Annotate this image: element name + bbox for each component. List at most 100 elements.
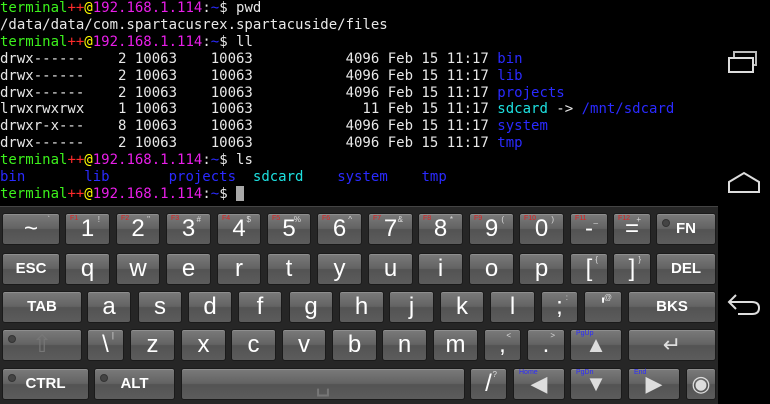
key-sup-label: _: [593, 215, 598, 224]
ls-item: tmp: [421, 169, 447, 186]
home-icon[interactable]: [726, 168, 762, 198]
key-a[interactable]: a: [87, 291, 131, 323]
key-w[interactable]: w: [116, 253, 160, 285]
cursor: [236, 185, 245, 201]
key-h[interactable]: h: [339, 291, 384, 323]
key-fn-label: F2: [121, 215, 130, 222]
key-v[interactable]: v: [282, 329, 326, 361]
key-equals[interactable]: = F12 +: [613, 213, 651, 245]
terminal-output[interactable]: terminal++@192.168.1.114:~$ pwd /data/da…: [0, 0, 718, 206]
key-k[interactable]: k: [440, 291, 484, 323]
prompt-at: @: [84, 185, 93, 202]
key-u[interactable]: u: [368, 253, 413, 285]
key-comma[interactable]: , <: [484, 329, 521, 361]
key-enter[interactable]: ↵: [628, 329, 716, 361]
key-tilde[interactable]: ~ `: [2, 213, 60, 245]
key-o[interactable]: o: [469, 253, 514, 285]
prompt-dir: ~: [210, 0, 220, 16]
key-3[interactable]: 3 F3 #: [166, 213, 211, 245]
key-r[interactable]: r: [217, 253, 261, 285]
key-l[interactable]: l: [490, 291, 535, 323]
key-c[interactable]: c: [231, 329, 276, 361]
key-sup-label: *: [449, 215, 453, 224]
key-sup-label: <: [506, 331, 511, 340]
on-screen-keyboard: ~ ` 1 F1! 2 F2 " 3 F3 #4 F4 $5 F5% 6 F6 ^ 7 F7 & 8 F8 * 9 F9(0 F…: [0, 206, 718, 404]
key-fn-label: F11: [575, 215, 587, 222]
key-bks[interactable]: BKS: [628, 291, 716, 323]
key-j[interactable]: j: [389, 291, 434, 323]
key-fn-label: F12: [618, 215, 631, 222]
prompt-colon: :: [202, 0, 211, 16]
key-y[interactable]: y: [317, 253, 362, 285]
key-label: g: [304, 293, 318, 320]
key-1[interactable]: 1 F1!: [65, 213, 110, 245]
key-g[interactable]: g: [289, 291, 333, 323]
key-quote[interactable]: ' @: [584, 291, 622, 323]
key-z[interactable]: z: [130, 329, 175, 361]
key-label: .: [542, 331, 550, 358]
key-esc[interactable]: ESC: [2, 253, 60, 285]
key-tab[interactable]: TAB: [2, 291, 82, 323]
key-e[interactable]: e: [166, 253, 211, 285]
key-label: p: [534, 255, 549, 282]
key-lbracket[interactable]: [{: [570, 253, 608, 285]
key-minus[interactable]: - F11 _: [570, 213, 608, 245]
prompt-dir: ~: [210, 185, 220, 202]
key-5[interactable]: 5 F5%: [267, 213, 311, 245]
key-0[interactable]: 0 F10): [519, 213, 564, 245]
key-q[interactable]: q: [65, 253, 110, 285]
key-label: CTRL: [25, 375, 66, 392]
recent-apps-icon[interactable]: [726, 48, 762, 78]
key-sup-label: %: [293, 215, 301, 224]
key-x[interactable]: x: [181, 329, 226, 361]
key-indicator-led: [8, 335, 16, 343]
key-period[interactable]: . >: [527, 329, 565, 361]
key-shift[interactable]: ⇧: [2, 329, 82, 361]
key-up[interactable]: ▲ PgUp: [570, 329, 622, 361]
terminal-text: terminal++@192.168.1.114:~$ pwd /data/da…: [0, 0, 718, 203]
key-d[interactable]: d: [188, 291, 232, 323]
prompt-plus: ++: [67, 0, 85, 16]
key-rbracket[interactable]: ]}: [613, 253, 651, 285]
key-7[interactable]: 7 F7 &: [368, 213, 413, 245]
key-4[interactable]: 4 F4 $: [217, 213, 261, 245]
key-backslash[interactable]: \ |: [87, 329, 124, 361]
key-8[interactable]: 8 F8 *: [418, 213, 463, 245]
ls-item: lib: [84, 169, 169, 186]
key-left[interactable]: ◀ Home: [513, 368, 565, 400]
key-ctrl[interactable]: CTRL: [2, 368, 89, 400]
back-icon[interactable]: [726, 288, 762, 318]
key-9[interactable]: 9 F9(: [469, 213, 514, 245]
key-slash[interactable]: /?: [470, 368, 507, 400]
ll-row-info: drwx------ 2 10063 10063 4096 Feb 15 11:…: [0, 135, 498, 152]
key-label: f: [256, 293, 264, 320]
key-label: n: [397, 331, 412, 358]
key-t[interactable]: t: [267, 253, 311, 285]
key-semicolon[interactable]: ;:: [541, 291, 578, 323]
key-label: ␣: [315, 370, 331, 397]
key-s[interactable]: s: [138, 291, 182, 323]
key-b[interactable]: b: [332, 329, 377, 361]
key-m[interactable]: m: [433, 329, 478, 361]
key-sup-label: ^: [348, 215, 352, 224]
ll-row-info: drwx------ 2 10063 10063 4096 Feb 15 11:…: [0, 84, 498, 101]
key-fn-label: F10: [524, 215, 537, 222]
key-fn[interactable]: FN: [656, 213, 716, 245]
key-label: \: [102, 331, 109, 358]
key-f[interactable]: f: [238, 291, 282, 323]
key-space[interactable]: ␣: [181, 368, 465, 400]
key-settings[interactable]: ◉: [686, 368, 716, 400]
key-2[interactable]: 2 F2 ": [116, 213, 160, 245]
key-p[interactable]: p: [519, 253, 564, 285]
key-down[interactable]: ▼ PgDn: [570, 368, 622, 400]
key-label: DEL: [671, 260, 701, 277]
key-i[interactable]: i: [418, 253, 463, 285]
key-n[interactable]: n: [382, 329, 427, 361]
prompt-colon: :: [202, 152, 211, 169]
command: ls: [236, 152, 253, 169]
key-label: BKS: [656, 298, 688, 315]
key-alt[interactable]: ALT: [94, 368, 175, 400]
key-right[interactable]: ▶ End: [628, 368, 680, 400]
key-del[interactable]: DEL: [656, 253, 716, 285]
key-6[interactable]: 6 F6 ^: [317, 213, 362, 245]
